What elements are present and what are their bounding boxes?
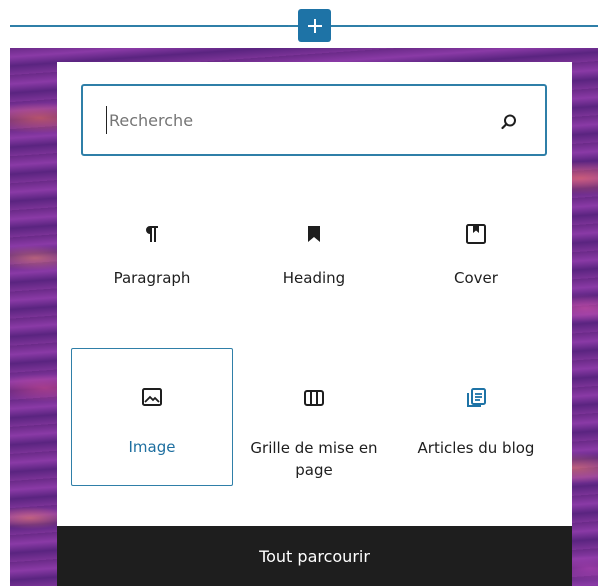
add-block-button[interactable] — [298, 9, 331, 42]
search-icon[interactable] — [499, 112, 519, 132]
paragraph-icon — [146, 226, 158, 242]
plus-icon — [307, 18, 322, 33]
block-columns[interactable]: Grille de mise en page — [233, 386, 395, 481]
block-label: Articles du blog — [417, 439, 535, 457]
block-label: Image — [128, 438, 176, 456]
block-latest-posts[interactable]: Articles du blog — [395, 386, 557, 459]
post-list-icon — [467, 388, 486, 407]
block-label: Heading — [282, 269, 346, 287]
block-inserter-popover: Paragraph Heading Cover Image Grille de … — [57, 62, 572, 586]
browse-all-button[interactable]: Tout parcourir — [57, 526, 572, 586]
search-input[interactable] — [106, 106, 489, 134]
columns-icon — [304, 390, 324, 406]
block-image[interactable]: Image — [71, 348, 233, 486]
block-label: Cover — [454, 269, 498, 287]
bookmark-icon — [308, 226, 320, 242]
browse-all-label: Tout parcourir — [259, 546, 370, 566]
cover-icon — [466, 224, 486, 244]
block-paragraph[interactable]: Paragraph — [71, 222, 233, 289]
block-heading[interactable]: Heading — [233, 222, 395, 289]
image-icon — [142, 388, 162, 406]
search-box — [81, 84, 547, 156]
block-cover[interactable]: Cover — [395, 222, 557, 289]
block-label: Grille de mise en page — [250, 439, 378, 479]
block-label: Paragraph — [113, 269, 191, 287]
